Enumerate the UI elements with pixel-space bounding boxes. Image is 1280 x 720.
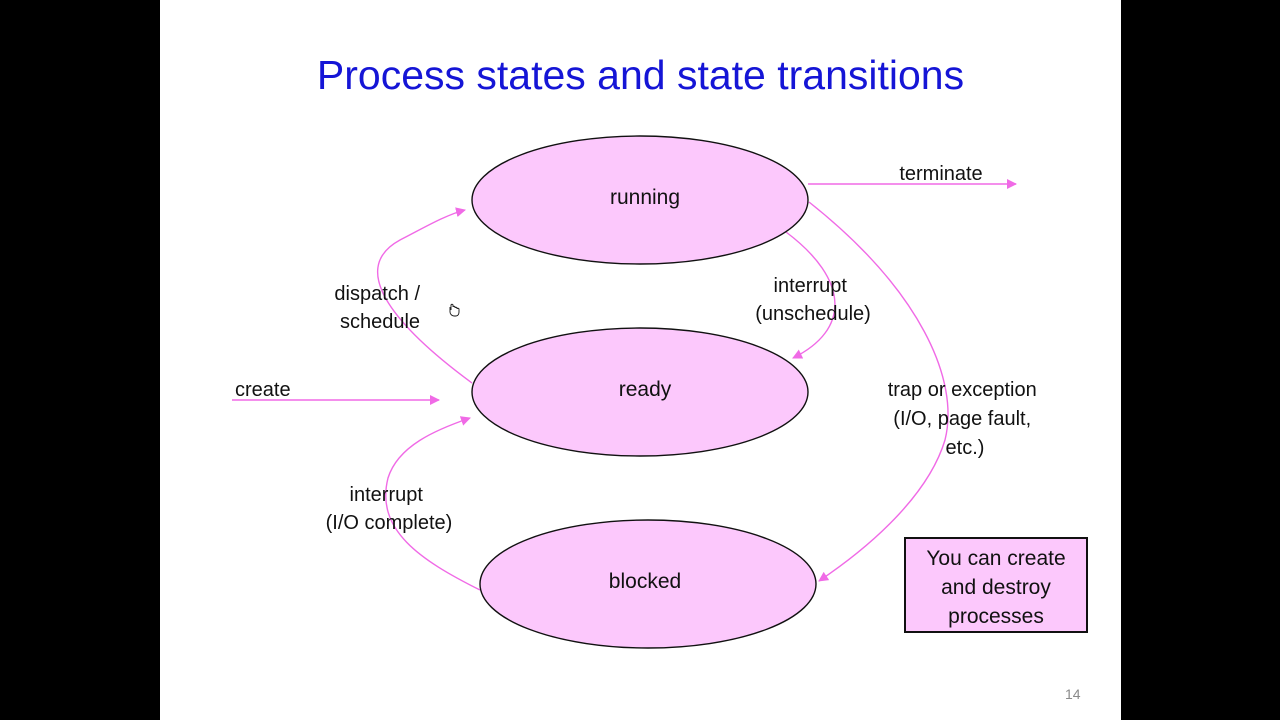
state-blocked: blocked <box>479 519 817 649</box>
dispatch-label-line-2: schedule <box>340 311 420 333</box>
terminate-label: terminate <box>899 163 982 185</box>
state-running: running <box>471 135 809 265</box>
dispatch-label-line-1: dispatch / <box>334 283 420 305</box>
note-line-1: You can create <box>926 547 1066 570</box>
note-box: You can create and destroy processes <box>904 537 1088 633</box>
trap-label-line-3: etc.) <box>946 437 985 459</box>
unschedule-label: interrupt (unschedule) <box>755 275 871 325</box>
note-line-3: processes <box>948 605 1044 628</box>
hand-cursor-icon <box>449 303 460 317</box>
trap-label-line-2: (I/O, page fault, <box>893 408 1031 430</box>
state-ready: ready <box>471 327 809 457</box>
page-number: 14 <box>1065 686 1081 702</box>
state-running-label: running <box>610 186 680 209</box>
state-blocked-label: blocked <box>609 570 681 593</box>
io-complete-label: interrupt (I/O complete) <box>326 484 453 534</box>
note-line-2: and destroy <box>941 576 1051 599</box>
dispatch-label: dispatch / schedule <box>334 283 425 333</box>
create-label: create <box>235 379 291 401</box>
state-ready-label: ready <box>619 378 672 401</box>
trap-label: trap or exception (I/O, page fault, etc.… <box>888 379 1043 459</box>
io-complete-label-line-2: (I/O complete) <box>326 512 453 534</box>
io-complete-label-line-1: interrupt <box>350 484 424 506</box>
trap-label-line-1: trap or exception <box>888 379 1037 401</box>
unschedule-label-line-2: (unschedule) <box>755 303 871 325</box>
unschedule-label-line-1: interrupt <box>774 275 848 297</box>
slide: Process states and state transitions run… <box>160 0 1121 720</box>
